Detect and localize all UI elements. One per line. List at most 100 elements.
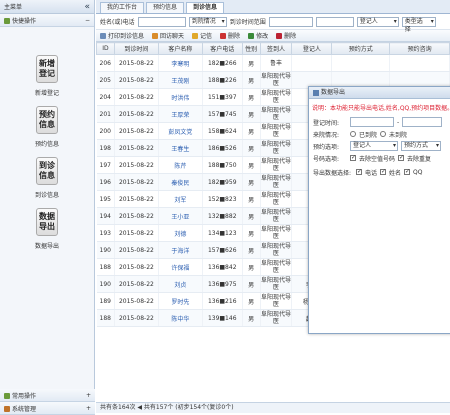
new-register-button[interactable]: 新增登记 [36,55,58,83]
cell-date: 2015-08-22 [114,173,159,191]
cell-reg [291,54,333,72]
type-select[interactable]: 类型选择 [401,16,436,33]
date-to-input[interactable] [315,16,354,27]
name-phone-input[interactable] [137,16,186,27]
note-button[interactable]: 记信 [192,31,212,40]
group-toggle-icon[interactable]: − [85,17,90,24]
export-dialog: 数据导出 说明：本功能只能导出电话,姓名,QQ,预约项目数据。请 登记时间: -… [308,86,450,334]
cell-name[interactable]: 王春生 [158,139,203,157]
print-label: 打印到诊信息 [108,33,145,40]
cell-name[interactable]: 王厚荣 [158,105,203,123]
cell-sign: 阜阳现代导医 [260,139,293,157]
col-sex[interactable]: 性别 [241,42,261,55]
cell-name[interactable]: 王茂刚 [158,71,203,89]
name-checkbox[interactable] [380,168,386,175]
tab-visits[interactable]: 到诊信息 [186,2,225,13]
cell-name[interactable]: 彭凤文党 [158,122,203,140]
col-date[interactable]: 到诊时间 [113,42,159,55]
sidebar-group-label: 常用操作 [12,392,37,400]
col-name[interactable]: 客户名称 [157,42,203,55]
quick-ops-icon [4,18,10,24]
cell-sex: 男 [242,139,261,157]
cell-sign: 阜阳现代导医 [260,309,293,327]
cell-sex: 男 [242,71,261,89]
appointment-info-button[interactable]: 预约信息 [36,106,58,134]
cell-sex: 男 [242,122,261,140]
cell-name[interactable]: 刘贞 [158,275,203,293]
export-sel-label: 导出数据选择: [313,169,352,177]
arrival-select[interactable]: 到院情况 [188,16,227,27]
cell-phone: 158■624 [202,122,243,140]
remove-empty-checkbox[interactable] [350,154,356,161]
cell-name[interactable]: 王小亚 [158,207,203,225]
system-icon [4,406,10,412]
note-icon [192,32,199,39]
cell-name[interactable]: 刘德 [158,224,203,242]
toolbar: 打印到诊信息 回访聊天 记信 删除 修改 删除 [96,30,450,42]
tab-workbench[interactable]: 我的工作台 [100,2,145,13]
cell-sex: 男 [242,224,261,242]
print-button[interactable]: 打印到诊信息 [100,31,144,40]
remove-dup-checkbox[interactable] [398,154,404,161]
col-way[interactable]: 预约方式 [331,42,391,55]
time-range-label: 到诊时间范围 [229,19,266,26]
return-visit-button[interactable]: 回访聊天 [152,31,184,40]
reg-time-label: 登记时间: [313,119,340,127]
remove-dup-label: 去除重复 [407,155,432,163]
sidebar-group-system[interactable]: 系统管理 + [0,402,95,415]
cell-sex: 男 [242,88,261,106]
visit-info-button[interactable]: 到诊信息 [36,157,58,185]
name-opt-label: 姓名 [389,169,402,177]
cell-phone: 182■266 [202,54,243,72]
cell-date: 2015-08-22 [114,207,159,225]
col-phone[interactable]: 客户电话 [201,42,243,55]
cell-name[interactable]: 许保福 [158,258,203,276]
print-icon [100,32,106,39]
col-id[interactable]: ID [96,42,115,55]
cell-name[interactable]: 于海洋 [158,241,203,259]
arrived-radio[interactable] [350,131,356,137]
col-registrar[interactable]: 登记人 [291,42,333,55]
qq-checkbox[interactable] [404,168,410,175]
tab-appointments[interactable]: 预约信息 [146,2,185,13]
cell-date: 2015-08-22 [114,139,159,157]
cell-sign: 阜阳现代导医 [260,207,293,225]
remove-button[interactable]: 删除 [276,31,296,40]
not-arrived-radio[interactable] [380,131,387,137]
col-sign[interactable]: 签到人 [259,42,293,55]
cell-id: 188 [96,309,115,327]
table-header: ID 到诊时间 客户名称 客户电话 性别 签到人 登记人 预约方式 预约咨询 [96,42,450,55]
data-export-button[interactable]: 数据导出 [36,208,58,236]
cell-phone: 188■750 [202,156,243,174]
cell-id: 200 [96,122,115,140]
collapse-sidebar-icon[interactable]: « [84,2,90,12]
col-consult[interactable]: 预约咨询 [389,42,450,55]
reg-time-to[interactable] [402,117,443,127]
table-row[interactable]: 206 2015-08-22 李寒明 182■266 男鲁丰 [96,54,450,72]
chat-icon [152,32,159,39]
expand-icon[interactable]: + [86,392,91,399]
date-from-input[interactable] [268,16,313,27]
cell-name[interactable]: 罗时先 [158,292,203,310]
cell-date: 2015-08-22 [114,258,159,276]
phone-checkbox[interactable] [356,168,362,175]
appt-type-select[interactable]: 登记人 [350,141,398,151]
cell-name[interactable]: 李寒明 [158,54,203,72]
edit-button[interactable]: 修改 [248,31,268,40]
sidebar-group-common[interactable]: 常用操作 + [0,389,95,402]
cell-phone: 182■959 [202,173,243,191]
cell-name[interactable]: 秦俊民 [158,173,203,191]
appt-way-select[interactable]: 预约方式 [401,141,441,151]
registrar-select[interactable]: 登记人 [356,16,399,27]
sidebar: 主菜单 « 快捷操作 − 新增登记 新增登记 预约信息 预约信息 到诊信息 到诊… [0,0,95,415]
cell-name[interactable]: 陈芹 [158,156,203,174]
cell-name[interactable]: 陈中华 [158,309,203,327]
cell-name[interactable]: 刘军 [158,190,203,208]
cell-name[interactable]: 时洪伟 [158,88,203,106]
sidebar-group-quick[interactable]: 快捷操作 − [0,14,94,27]
reg-time-from[interactable] [350,117,394,127]
cell-id: 190 [96,241,115,259]
delete-button[interactable]: 删除 [220,31,240,40]
expand-icon[interactable]: + [86,405,91,412]
phone-opt-label: 号码选项: [313,155,340,163]
